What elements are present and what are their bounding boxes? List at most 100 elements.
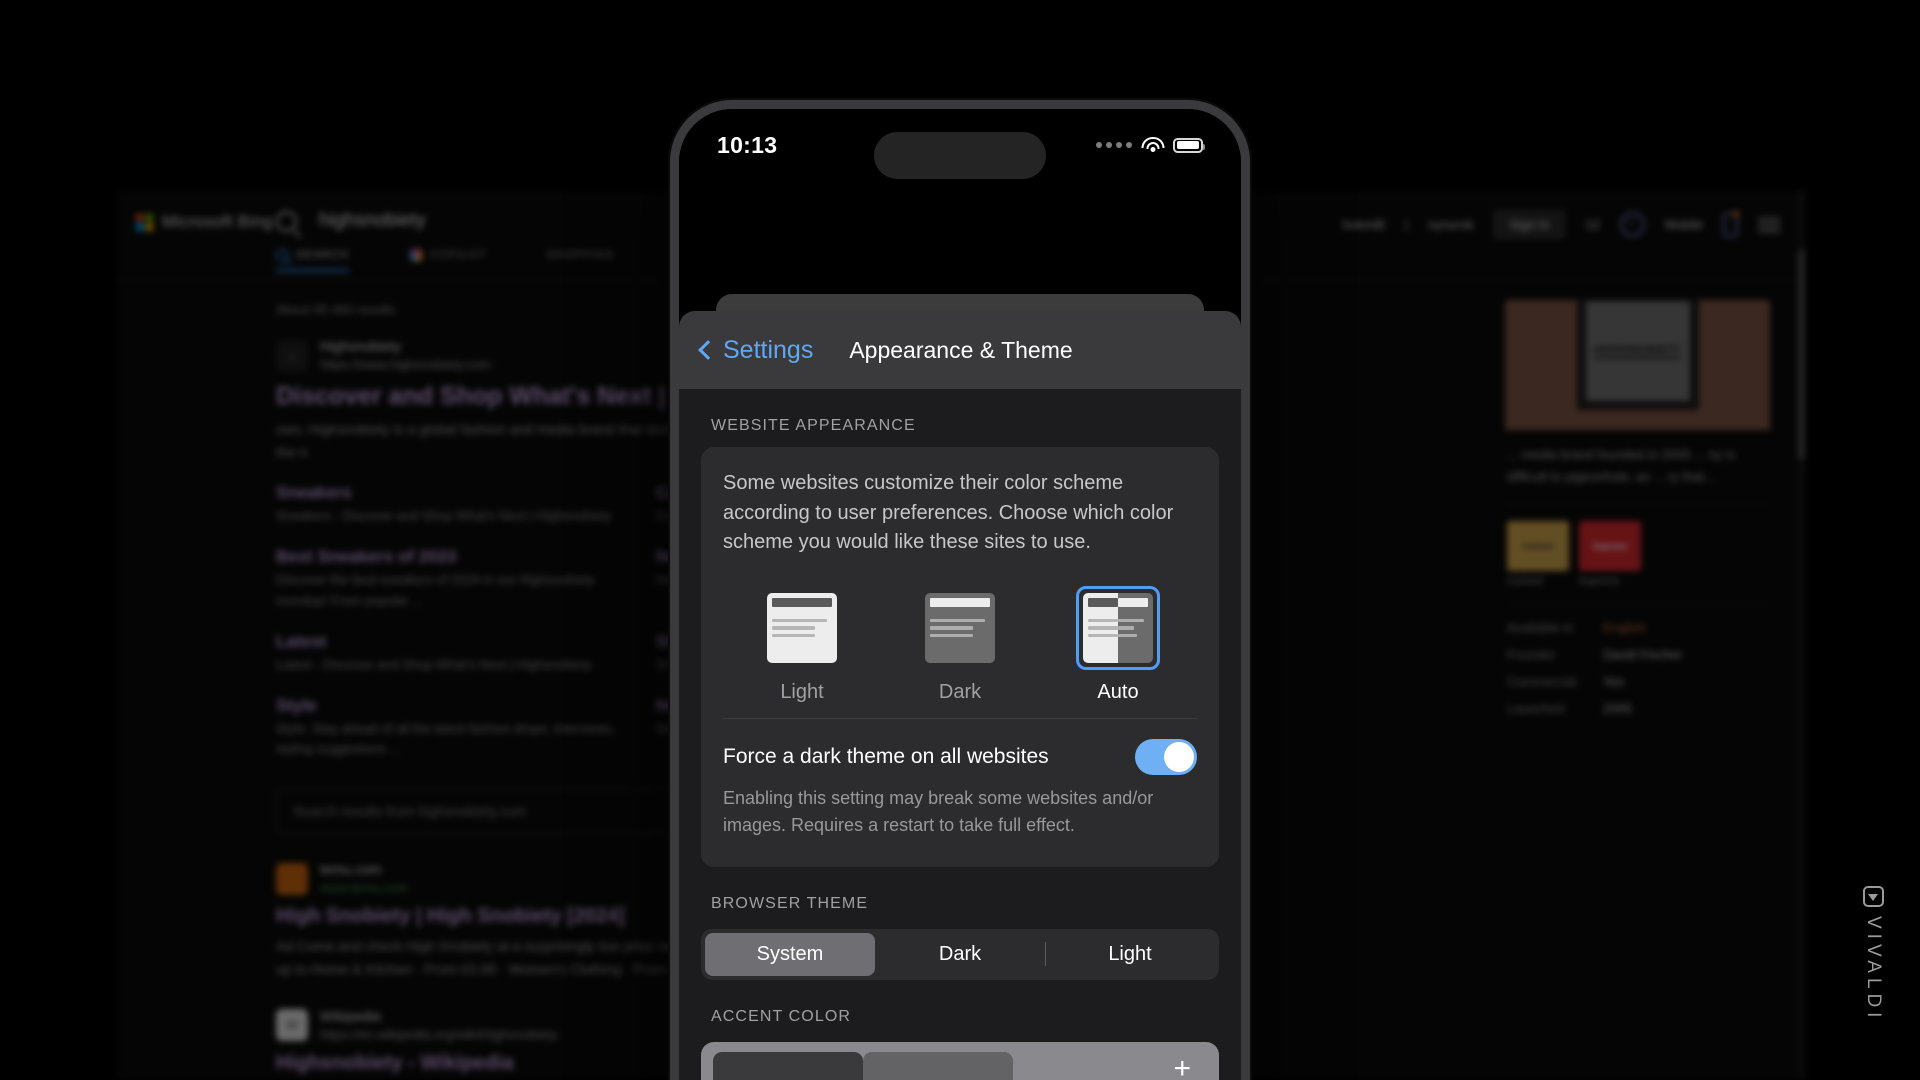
sitelink-title: Style (276, 695, 317, 715)
microsoft-squares-icon (136, 213, 153, 231)
result-site-name: Highsnobiety (320, 338, 401, 354)
bing-tab-bar: SEARCH COPILOT SHOPPING IMAGES (276, 248, 724, 272)
website-appearance-description: Some websites customize their color sche… (723, 472, 1174, 554)
sitelink-desc: Style. Stay ahead of all the latest fash… (276, 720, 616, 757)
tab-shopping[interactable]: SHOPPING (547, 249, 615, 271)
panel-thumbnail-caption: Supreme (1579, 576, 1620, 588)
tab-search-label: SEARCH (296, 249, 350, 261)
panel-fact-row: Available in English (1507, 620, 1768, 635)
force-dark-theme-description: Enabling this setting may break some web… (723, 787, 1154, 835)
sheet-navigation-bar: Settings Appearance & Theme (679, 311, 1241, 389)
panel-divider (1507, 504, 1768, 506)
segment-system[interactable]: System (705, 932, 875, 976)
panel-fact-key: Founder (1507, 647, 1556, 663)
bing-logo[interactable]: Microsoft Bing (136, 212, 273, 232)
status-bar: 10:13 (679, 109, 1241, 181)
panel-divider (1507, 603, 1768, 605)
phone-screen: 10:13 Settings Appearance & Theme WEBSIT… (679, 109, 1241, 1080)
theme-option-light[interactable]: Light (760, 586, 844, 704)
sitelink-title: Latest (276, 631, 327, 651)
panel-thumbnail[interactable]: Carhartt Carhartt (1507, 521, 1569, 587)
browser-theme-section-header: BROWSER THEME (711, 894, 869, 912)
theme-preview-dark-page (925, 592, 995, 663)
sign-in-button[interactable]: Sign in (1493, 210, 1566, 239)
segment-dark[interactable]: Dark (875, 933, 1045, 976)
status-bar-clock: 10:13 (717, 131, 778, 158)
sitelink[interactable]: Style Style. Stay ahead of all the lates… (276, 696, 616, 759)
rewards-points-label: 12 (1585, 217, 1600, 232)
segment-light[interactable]: Light (1045, 933, 1215, 976)
theme-option-auto-frame (1076, 585, 1160, 670)
knowledge-panel-hero: HIGHSNOBIETY (1505, 300, 1770, 430)
website-theme-options: Light Dark Auto (723, 585, 1197, 704)
settings-sheet: Settings Appearance & Theme WEBSITE APPE… (679, 311, 1241, 1080)
mobile-label[interactable]: Mobile (1665, 217, 1703, 232)
language-nynorsk-link[interactable]: nynorsk (1428, 217, 1474, 232)
search-icon (276, 210, 297, 232)
search-query-text: highsnobiety (319, 210, 426, 231)
theme-option-dark-frame (918, 586, 1002, 670)
settings-content: WEBSITE APPEARANCE Some websites customi… (679, 389, 1241, 1080)
panel-thumbnails: Carhartt Carhartt Supreme Supreme (1507, 521, 1768, 587)
bing-search-area[interactable]: highsnobiety (276, 210, 426, 232)
sitelink[interactable]: Sneakers Sneakers - Discover and Shop Wh… (276, 483, 616, 526)
bing-account-area: bokmål | nynorsk Sign in 12 Mobile (1343, 210, 1780, 239)
theme-option-light-label: Light (780, 680, 824, 703)
status-bar-indicators (1096, 136, 1206, 154)
sitelink-title: Sneakers (276, 483, 352, 503)
vivaldi-wordmark: VIVALDI (1862, 885, 1884, 1022)
phone-device-frame: 10:13 Settings Appearance & Theme WEBSIT… (670, 100, 1250, 1080)
wifi-icon (1141, 136, 1164, 154)
panel-fact-value: Yes (1603, 674, 1625, 690)
back-to-settings-button[interactable]: Settings (698, 336, 813, 365)
dynamic-island (874, 132, 1046, 179)
theme-option-dark-label: Dark (938, 680, 982, 703)
force-dark-theme-row: Force a dark theme on all websites (723, 719, 1197, 785)
sitelink[interactable]: Best Sneakers of 2023 Discover the best … (276, 547, 616, 610)
panel-fact-value: 2005 (1603, 701, 1632, 717)
panel-fact-row: Founder David Fischer (1507, 647, 1768, 662)
theme-option-dark[interactable]: Dark (918, 586, 1002, 704)
website-appearance-card: Some websites customize their color sche… (701, 447, 1219, 867)
search-tab-icon (276, 248, 289, 262)
language-separator: | (1404, 217, 1408, 232)
chevron-left-icon (698, 340, 718, 360)
scrollbar-thumb[interactable] (1798, 250, 1805, 460)
result-url: https://en.wikipedia.org/wiki/Highsnobie… (320, 1026, 565, 1042)
hamburger-menu-icon[interactable] (1758, 217, 1780, 232)
sitelink[interactable]: Latest Latest - Discover and Shop What's… (276, 632, 616, 675)
browser-preview-tabbar: + (701, 1041, 1219, 1080)
tab-copilot[interactable]: COPILOT (409, 248, 487, 272)
knowledge-panel-description: ... media brand founded in 2005 ... ny i… (1507, 447, 1736, 485)
mobile-phone-icon[interactable] (1723, 210, 1739, 237)
result-url: https://www.highsnobiety.com · (320, 357, 499, 372)
panel-fact-key: Available in (1507, 620, 1574, 636)
force-dark-theme-label: Force a dark theme on all websites (723, 744, 1049, 768)
favicon-icon: ⌂ (276, 339, 308, 372)
screenshot-stage: Microsoft Bing highsnobiety bokmål | nyn… (0, 0, 1920, 1080)
result-url: www.temu.com · (320, 880, 417, 896)
sitelink-desc: Sneakers - Discover and Shop What's Next… (276, 508, 612, 524)
bing-brand-label: Microsoft Bing (162, 212, 273, 231)
sitelink-title: Best Sneakers of 2023 (276, 547, 457, 567)
page-scrollbar[interactable] (1797, 190, 1806, 1080)
language-bokmal-link[interactable]: bokmål (1343, 217, 1385, 232)
force-dark-theme-toggle[interactable] (1135, 738, 1197, 775)
tab-search[interactable]: SEARCH (276, 248, 350, 272)
theme-option-auto[interactable]: Auto (1076, 585, 1160, 704)
panel-fact-value[interactable]: English (1603, 620, 1646, 635)
rewards-badge-icon[interactable] (1619, 212, 1645, 237)
highsnobiety-logo: HIGHSNOBIETY (1576, 300, 1699, 410)
theme-preview-light (767, 592, 837, 663)
theme-preview-auto-light-half (1083, 592, 1118, 663)
panel-fact-row: Launched 2005 (1507, 701, 1768, 716)
page-title: Appearance & Theme (849, 336, 1073, 363)
vivaldi-wordmark-text: VIVALDI (1863, 915, 1884, 1022)
result-site-name: Wikipedia (320, 1007, 381, 1024)
plus-icon[interactable]: + (1173, 1053, 1207, 1080)
panel-thumbnail[interactable]: Supreme Supreme (1579, 521, 1641, 587)
vivaldi-logo-icon (1862, 885, 1884, 907)
knowledge-panel: HIGHSNOBIETY ... media brand founded in … (1505, 300, 1770, 742)
website-appearance-section-header: WEBSITE APPEARANCE (711, 417, 916, 434)
copilot-icon (409, 248, 424, 262)
